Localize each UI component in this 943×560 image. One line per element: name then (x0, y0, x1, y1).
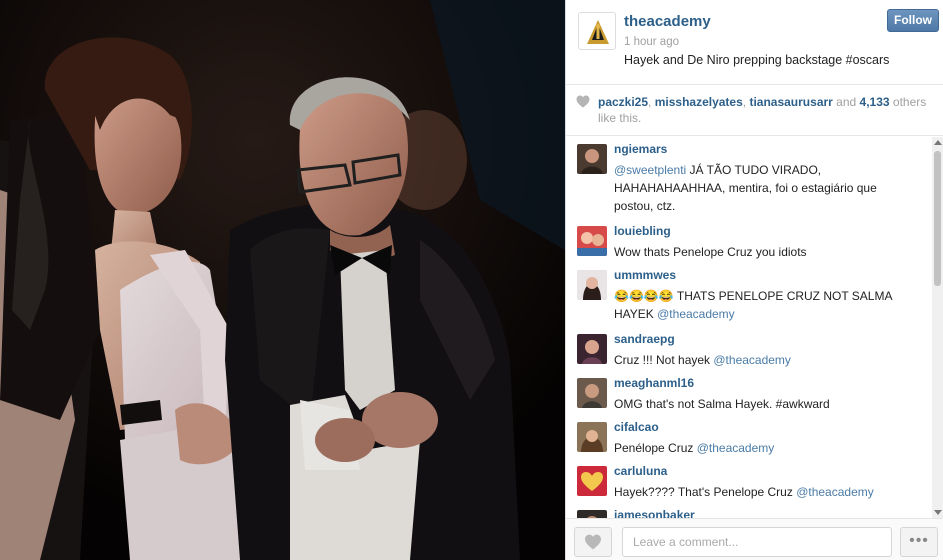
comment-item: carluluna Hayek???? That's Penelope Cruz… (566, 459, 936, 503)
avatar[interactable] (577, 422, 607, 452)
more-options-button[interactable]: ••• (900, 527, 938, 557)
comment-item: ngiemars @sweetplenti JÁ TÃO TUDO VIRADO… (566, 137, 936, 217)
comment-text: Cruz !!! Not hayek @theacademy (614, 351, 914, 369)
avatar[interactable] (577, 334, 607, 364)
oscar-statuette-icon (587, 20, 609, 44)
comment-username[interactable]: sandraepg (614, 332, 675, 346)
comment-username[interactable]: meaghanml16 (614, 376, 694, 390)
post-header: theacademy 1 hour ago Hayek and De Niro … (566, 0, 943, 82)
post-caption: Hayek and De Niro prepping backstage #os… (624, 53, 890, 67)
comment-input[interactable] (622, 527, 892, 557)
likes-summary: paczki25, misshazelyates, tianasaurusarr… (566, 84, 943, 136)
avatar[interactable] (577, 226, 607, 256)
avatar[interactable] (577, 378, 607, 408)
follow-button[interactable]: Follow (887, 9, 939, 32)
comment-item: sandraepg Cruz !!! Not hayek @theacademy (566, 327, 936, 371)
comment-item: cifalcao Penélope Cruz @theacademy (566, 415, 936, 459)
likes-and: and (832, 95, 860, 109)
liker-link[interactable]: tianasaurusarr (749, 95, 832, 109)
comment-text: Wow thats Penelope Cruz you idiots (614, 245, 807, 259)
likes-text: paczki25, misshazelyates, tianasaurusarr… (598, 94, 928, 126)
post-photo[interactable] (0, 0, 565, 560)
comment-mention[interactable]: @theacademy (697, 441, 775, 455)
ellipsis-icon: ••• (909, 532, 929, 549)
avatar[interactable] (577, 510, 607, 518)
comment-body: Cruz !!! Not hayek (614, 353, 714, 367)
comment-text: Hayek???? That's Penelope Cruz @theacade… (614, 483, 914, 501)
comment-body: Penélope Cruz (614, 441, 697, 455)
comment-mention[interactable]: @sweetplenti (614, 163, 686, 177)
comment-mention[interactable]: @theacademy (657, 307, 735, 321)
comment-item: jamesonbaker (566, 503, 936, 518)
like-button[interactable] (574, 527, 612, 557)
comment-username[interactable]: ngiemars (614, 142, 667, 156)
scrollbar-thumb[interactable] (934, 151, 941, 286)
comment-text: OMG that's not Salma Hayek. #awkward (614, 397, 830, 411)
likes-separator: , (648, 95, 655, 109)
heart-icon (585, 534, 601, 550)
profile-avatar[interactable] (578, 12, 616, 50)
avatar[interactable] (577, 144, 607, 174)
avatar[interactable] (577, 270, 607, 300)
comment-text: Penélope Cruz @theacademy (614, 439, 914, 457)
post-photo-image (0, 0, 565, 560)
comment-username[interactable]: carluluna (614, 464, 667, 478)
avatar[interactable] (577, 466, 607, 496)
scroll-down-arrow-icon[interactable] (934, 510, 942, 515)
liker-link[interactable]: paczki25 (598, 95, 648, 109)
comment-body: 😂😂😂😂 THATS PENELOPE CRUZ NOT SALMA HAYEK (614, 289, 892, 321)
comment-item: meaghanml16 OMG that's not Salma Hayek. … (566, 371, 936, 415)
comment-item: ummmwes 😂😂😂😂 THATS PENELOPE CRUZ NOT SAL… (566, 263, 936, 325)
comment-footer: ••• (566, 518, 943, 560)
comment-username[interactable]: louiebling (614, 224, 671, 238)
heart-icon (576, 95, 590, 108)
comment-text: @sweetplenti JÁ TÃO TUDO VIRADO, HAHAHAH… (614, 161, 914, 215)
comment-username[interactable]: jamesonbaker (614, 508, 695, 518)
comment-text: 😂😂😂😂 THATS PENELOPE CRUZ NOT SALMA HAYEK… (614, 287, 914, 323)
comment-mention[interactable]: @theacademy (796, 485, 874, 499)
comments-scrollbar[interactable] (932, 137, 943, 518)
post-username[interactable]: theacademy (624, 13, 711, 30)
likes-count[interactable]: 4,133 (860, 95, 890, 109)
comment-mention[interactable]: @theacademy (713, 353, 791, 367)
scroll-up-arrow-icon[interactable] (934, 140, 942, 145)
comment-item: louiebling Wow thats Penelope Cruz you i… (566, 219, 936, 261)
post-details-panel: theacademy 1 hour ago Hayek and De Niro … (565, 0, 943, 560)
comment-body: Hayek???? That's Penelope Cruz (614, 485, 797, 499)
post-timestamp: 1 hour ago (624, 36, 679, 48)
comment-username[interactable]: cifalcao (614, 420, 659, 434)
liker-link[interactable]: misshazelyates (655, 95, 743, 109)
comments-list: ngiemars @sweetplenti JÁ TÃO TUDO VIRADO… (566, 137, 943, 518)
comment-username[interactable]: ummmwes (614, 268, 676, 282)
